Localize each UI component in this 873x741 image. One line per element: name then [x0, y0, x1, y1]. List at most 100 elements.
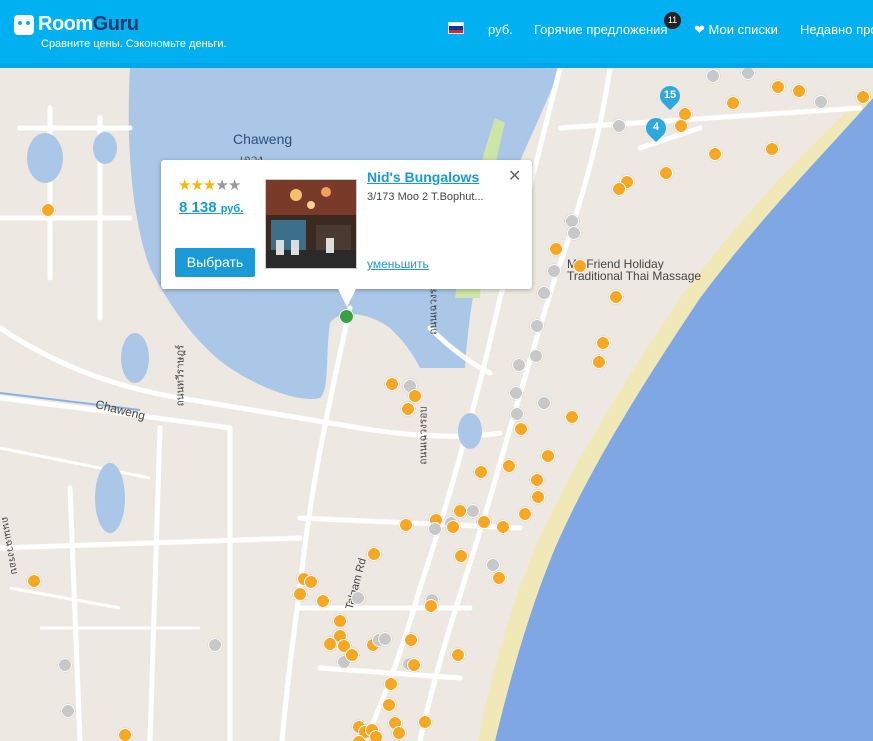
hotel-pin[interactable] — [385, 377, 399, 391]
hotel-pin[interactable] — [486, 558, 500, 572]
hotel-name-link[interactable]: Nid's Bungalows — [367, 169, 479, 185]
hotel-pin[interactable] — [61, 704, 75, 718]
hotel-pin[interactable] — [708, 147, 722, 161]
price-currency: руб. — [220, 203, 244, 215]
hotel-pin[interactable] — [454, 549, 468, 563]
hotel-pin[interactable] — [392, 726, 406, 740]
hotel-pin[interactable] — [565, 410, 579, 424]
hotel-address: 3/173 Moo 2 T.Bophut... — [367, 191, 484, 203]
hotel-pin[interactable] — [573, 259, 587, 273]
road-label-thai-1: ถนนทวีราษฎร์ — [175, 344, 187, 407]
star-icon: ★ — [190, 177, 203, 194]
recently-viewed-link[interactable]: Недавно про — [800, 22, 873, 37]
hotel-pin[interactable] — [418, 715, 432, 729]
hotel-pin[interactable] — [208, 638, 222, 652]
hotel-pin[interactable] — [706, 69, 720, 83]
hotel-pin[interactable] — [592, 355, 606, 369]
hotel-pin[interactable] — [496, 520, 510, 534]
close-icon[interactable]: ✕ — [508, 166, 521, 186]
hotel-pin[interactable] — [856, 90, 870, 104]
hotel-pin[interactable] — [814, 95, 828, 109]
hotel-photo[interactable] — [265, 179, 357, 269]
select-hotel-button[interactable]: Выбрать — [175, 248, 255, 277]
hotel-pin[interactable] — [407, 658, 421, 672]
hotel-pin[interactable] — [771, 80, 785, 94]
hotel-pin[interactable] — [351, 591, 365, 605]
hotel-pin[interactable] — [726, 96, 740, 110]
popup-pointer — [338, 289, 356, 307]
hotel-pin[interactable] — [477, 515, 491, 529]
hotel-pin[interactable] — [466, 504, 480, 518]
hotel-pin[interactable] — [549, 242, 563, 256]
hotel-pin[interactable] — [58, 658, 72, 672]
road-label-thai-2: ถนนเฉวงรอบ — [418, 406, 430, 465]
hotel-pin[interactable] — [27, 574, 41, 588]
hotel-pin[interactable] — [792, 84, 806, 98]
hotel-pin[interactable] — [659, 166, 673, 180]
roomguru-logo-icon — [14, 14, 34, 35]
hotel-price-link[interactable]: 8 138 руб. — [179, 199, 243, 216]
hotel-pin[interactable] — [408, 389, 422, 403]
roomguru-logo[interactable]: RoomGuru — [14, 13, 139, 36]
hotel-pin[interactable] — [384, 677, 398, 691]
hotel-pin[interactable] — [369, 730, 383, 741]
hotel-pin[interactable] — [674, 119, 688, 133]
hotel-pin[interactable] — [567, 226, 581, 240]
chaweng-lake-label: Chaweng — [233, 131, 293, 147]
hotel-pin[interactable] — [367, 547, 381, 561]
hotel-pin[interactable] — [512, 358, 526, 372]
hotel-pin[interactable] — [401, 402, 415, 416]
hotel-info-popup: ★★★★★ 8 138 руб. Выбрать Nid's Bungalows… — [161, 160, 532, 289]
collapse-popup-link[interactable]: уменьшить — [367, 257, 429, 271]
hotel-pin[interactable] — [518, 507, 532, 521]
currency-selector[interactable]: руб. — [488, 22, 513, 37]
hotel-pin[interactable] — [492, 571, 506, 585]
hotel-pin[interactable] — [510, 407, 524, 421]
hotel-pin[interactable] — [474, 465, 488, 479]
price-value: 8 138 — [179, 199, 217, 216]
hotel-pin[interactable] — [530, 473, 544, 487]
russia-flag-icon[interactable] — [448, 22, 464, 34]
hotel-pin[interactable] — [547, 264, 561, 278]
hotel-pin[interactable] — [424, 599, 438, 613]
hotel-pin[interactable] — [529, 349, 543, 363]
hotel-pin[interactable] — [612, 119, 626, 133]
hotel-pin[interactable] — [509, 386, 523, 400]
hotel-pin[interactable] — [399, 518, 413, 532]
site-header: RoomGuru Сравните цены. Сэкономьте деньг… — [0, 0, 873, 63]
star-icon: ★ — [202, 177, 216, 194]
hotel-pin[interactable] — [316, 594, 330, 608]
hotel-cluster-marker[interactable]: 4 — [641, 113, 671, 143]
hotel-pin[interactable] — [118, 728, 132, 741]
hotel-pin[interactable] — [453, 504, 467, 518]
hotel-pin[interactable] — [541, 449, 555, 463]
hotel-pin[interactable] — [404, 633, 418, 647]
hotel-pin[interactable] — [382, 698, 396, 712]
logo-text: RoomGuru — [38, 13, 139, 35]
hotel-pin[interactable] — [323, 637, 337, 651]
hotel-cluster-marker[interactable]: 15 — [655, 81, 685, 111]
hotel-pin[interactable] — [531, 490, 545, 504]
hotel-pin[interactable] — [333, 614, 347, 628]
poi-massage-label-2: Traditional Thai Massage — [567, 269, 702, 283]
hotel-pin[interactable] — [537, 286, 551, 300]
my-lists-link[interactable]: ❤ Мои списки — [694, 22, 778, 38]
hotel-pin[interactable] — [428, 522, 442, 536]
hotel-pin[interactable] — [612, 182, 626, 196]
selected-hotel-pin[interactable] — [339, 309, 354, 324]
hotel-pin[interactable] — [537, 396, 551, 410]
hotel-pin[interactable] — [609, 290, 623, 304]
hotel-pin[interactable] — [304, 575, 318, 589]
hotel-pin[interactable] — [502, 459, 516, 473]
hotel-pin[interactable] — [596, 336, 610, 350]
hotel-pin[interactable] — [293, 587, 307, 601]
hotel-pin[interactable] — [451, 648, 465, 662]
hotel-pin[interactable] — [41, 203, 55, 217]
hotel-pin[interactable] — [446, 520, 460, 534]
hotel-pin[interactable] — [765, 142, 779, 156]
hotel-pin[interactable] — [514, 422, 528, 436]
hotel-pin[interactable] — [378, 632, 392, 646]
hotel-pin[interactable] — [530, 319, 544, 333]
hotel-pin[interactable] — [345, 648, 359, 662]
hot-deals-link[interactable]: Горячие предложения — [534, 22, 667, 37]
